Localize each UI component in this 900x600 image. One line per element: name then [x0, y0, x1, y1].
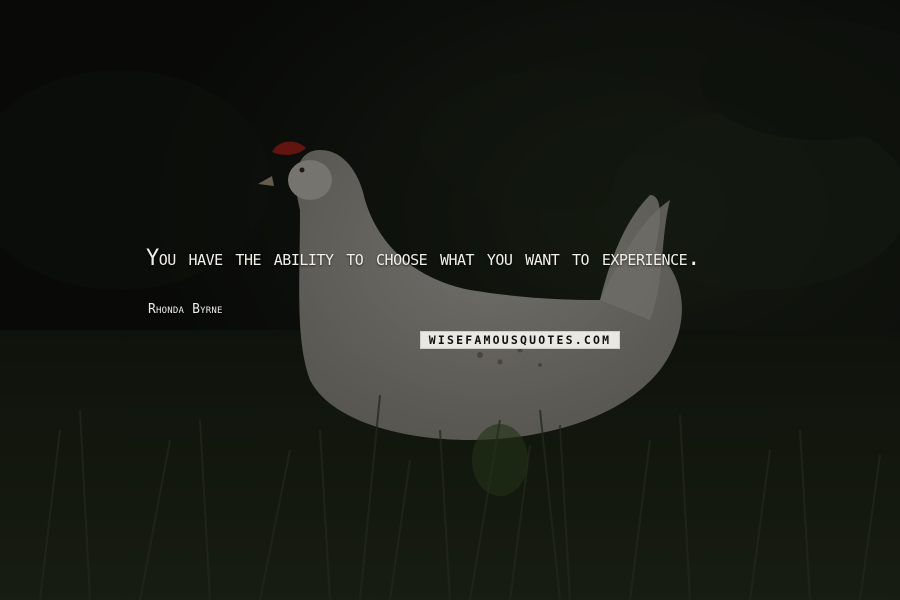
- quote-image: You have the ability to choose what you …: [0, 0, 900, 600]
- quote-author: Rhonda Byrne: [148, 302, 223, 317]
- dark-overlay: [0, 0, 900, 600]
- background-photo: [0, 0, 900, 600]
- quote-text: You have the ability to choose what you …: [146, 246, 700, 271]
- watermark-logo: WISEFAMOUSQUOTES.COM: [420, 331, 620, 349]
